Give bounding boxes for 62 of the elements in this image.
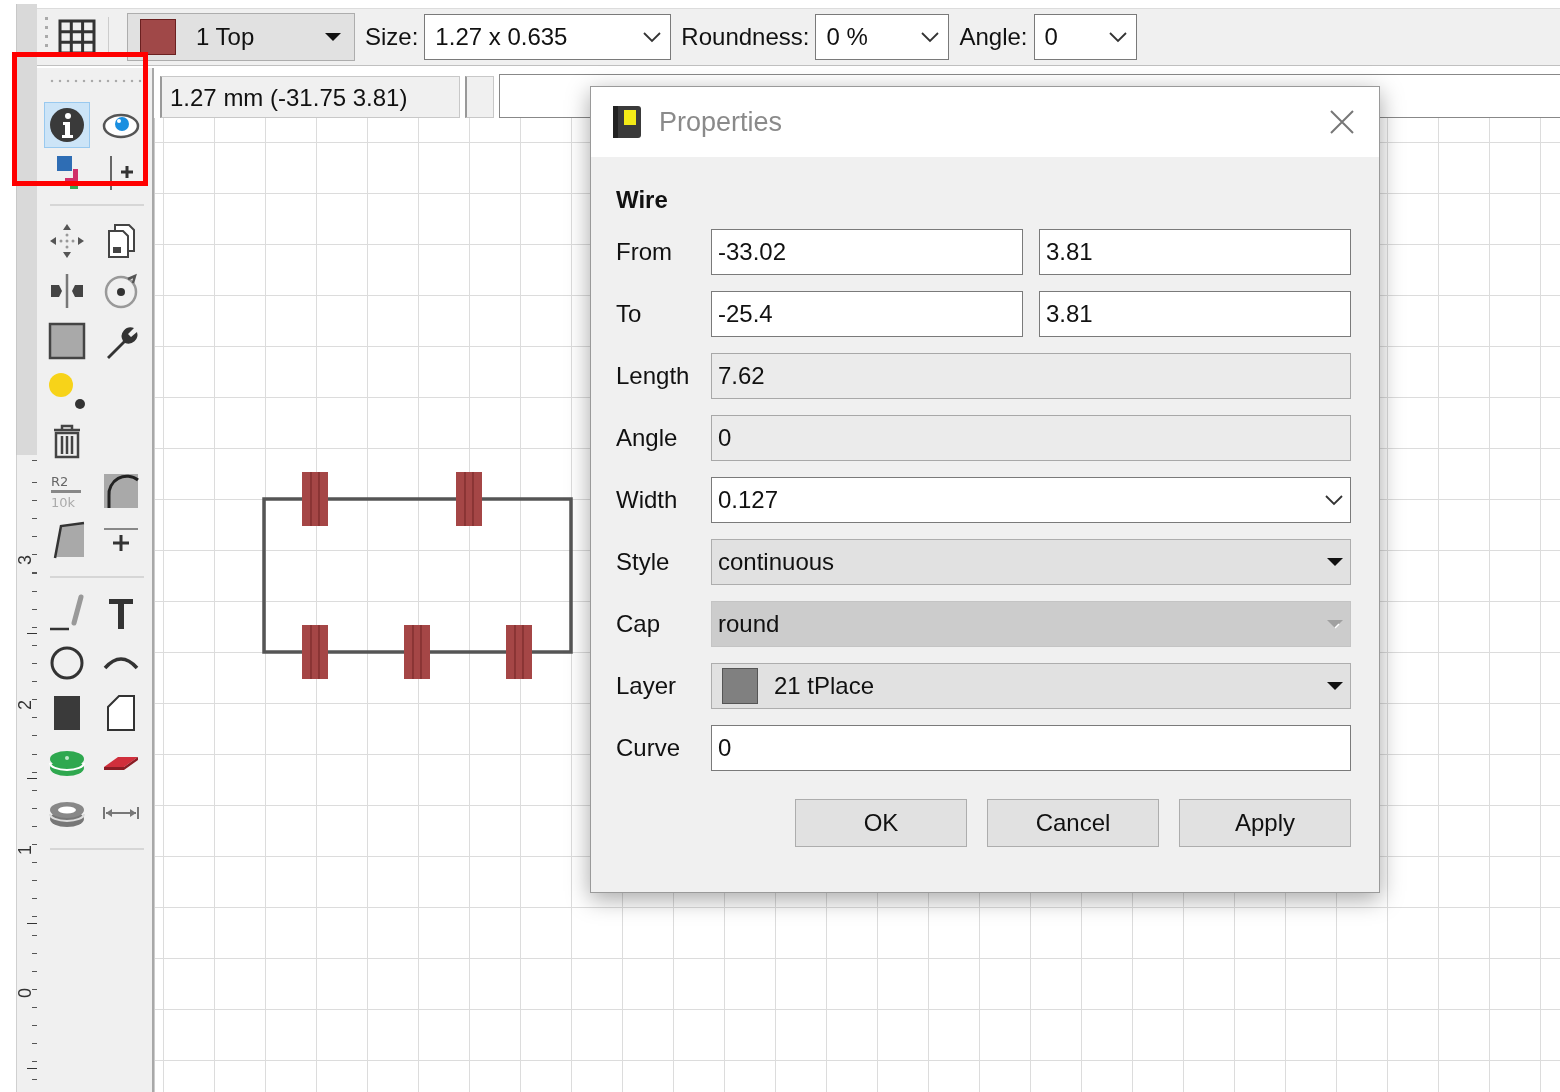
ruler-label: 1 xyxy=(16,845,34,855)
field-label: Layer xyxy=(616,672,678,700)
layer-dropdown[interactable]: 1 Top xyxy=(127,13,355,61)
dropdown[interactable]: continuous xyxy=(711,539,1351,585)
smd-icon xyxy=(103,755,139,771)
smd-pad xyxy=(506,624,532,680)
coordinate-readout: 1.27 mm (-31.75 3.81) xyxy=(160,76,460,118)
arc-icon xyxy=(103,656,139,670)
size-combo[interactable]: 1.27 x 0.635 xyxy=(424,14,672,60)
text-field[interactable]: 3.81 xyxy=(1039,291,1351,337)
caret-down-icon xyxy=(1326,619,1344,629)
chevron-down-icon xyxy=(1324,494,1344,506)
dropdown[interactable]: 21 tPlace xyxy=(711,663,1351,709)
roundness-combo[interactable]: 0 % xyxy=(815,14,950,60)
field-label: Width xyxy=(616,486,679,514)
smd-pad xyxy=(404,624,430,680)
angle-combo[interactable]: 0 xyxy=(1033,14,1137,60)
text-field[interactable]: 3.81 xyxy=(1039,229,1351,275)
chevron-down-icon xyxy=(1107,31,1128,43)
chevron-down-icon xyxy=(642,31,663,43)
close-icon xyxy=(1329,109,1355,135)
field-label: To xyxy=(616,300,643,328)
caret-down-icon xyxy=(1326,681,1344,691)
text-field[interactable]: -33.02 xyxy=(711,229,1023,275)
width-combo[interactable]: 0.127 xyxy=(711,477,1351,523)
caret-down-icon xyxy=(1326,557,1344,567)
section-heading: Wire xyxy=(616,185,669,215)
field-label: From xyxy=(616,238,673,266)
smd-pad xyxy=(456,471,482,527)
field-label: Length xyxy=(616,362,691,390)
text-field[interactable]: 7.62 xyxy=(711,353,1351,399)
field-label: Style xyxy=(616,548,671,576)
caret-down-icon xyxy=(324,32,342,42)
ruler-label: 3 xyxy=(16,555,34,565)
group-icon xyxy=(47,321,87,361)
paste-icon xyxy=(47,371,87,411)
field-label: Angle xyxy=(616,424,679,452)
dialog-button[interactable]: Cancel xyxy=(987,799,1159,847)
line-icon xyxy=(47,593,87,633)
ruler-label: 2 xyxy=(16,700,34,710)
text-field[interactable]: -25.4 xyxy=(711,291,1023,337)
field-label: Angle: xyxy=(959,23,1028,51)
grid-icon xyxy=(58,19,96,55)
field-label: Roundness: xyxy=(681,23,810,51)
smd-pad xyxy=(302,471,328,527)
ruler-label: 0 xyxy=(16,988,34,998)
smd-pad xyxy=(302,624,328,680)
info-icon xyxy=(47,105,87,145)
dialog-button[interactable]: OK xyxy=(795,799,967,847)
dialog-title: Properties xyxy=(659,106,784,138)
field-label: Size: xyxy=(365,23,419,51)
text-field[interactable]: 0 xyxy=(711,725,1351,771)
book-icon xyxy=(611,104,643,140)
layers-icon xyxy=(55,154,79,190)
text-field[interactable]: 0 xyxy=(711,415,1351,461)
dialog-button[interactable]: Apply xyxy=(1179,799,1351,847)
status-box xyxy=(465,76,494,118)
field-label: Curve xyxy=(616,734,682,762)
field-label: Cap xyxy=(616,610,662,638)
miter-icon xyxy=(101,471,141,511)
tool-button[interactable] xyxy=(44,102,90,148)
chevron-down-icon xyxy=(920,31,941,43)
